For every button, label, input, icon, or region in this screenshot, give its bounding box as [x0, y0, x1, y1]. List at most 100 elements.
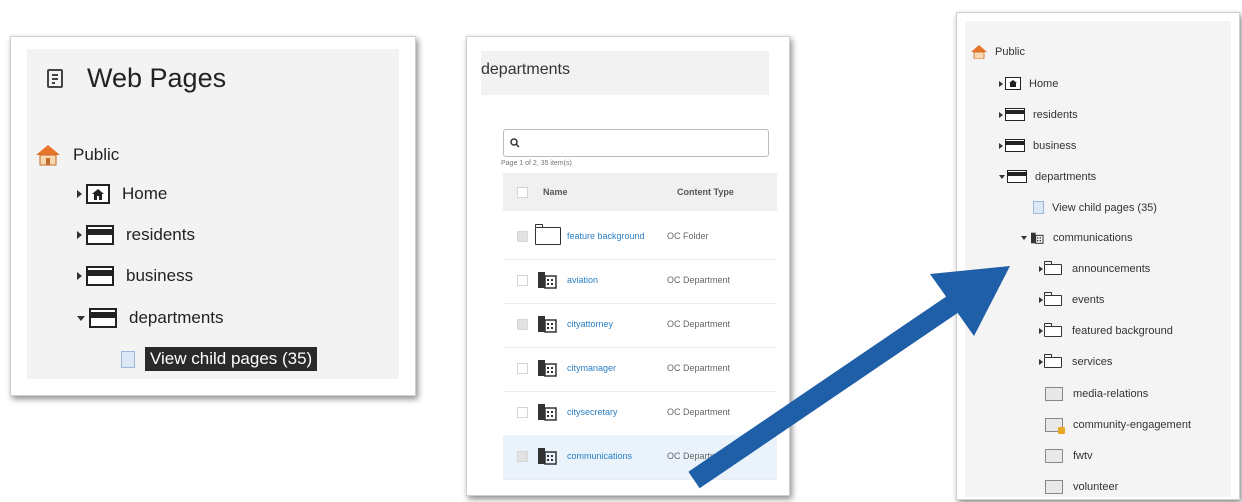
tree-item-folder[interactable]: announcements	[1039, 261, 1151, 275]
expand-caret-icon[interactable]	[1039, 297, 1043, 303]
expand-caret-icon[interactable]	[999, 80, 1003, 87]
row-name[interactable]: communications	[567, 451, 632, 461]
building-icon	[1031, 232, 1044, 244]
content-page-icon	[1045, 387, 1063, 401]
folder-icon	[1043, 261, 1062, 275]
tree-item-folder[interactable]: featured background	[1039, 323, 1173, 337]
tree-label-page: community-engagement	[1073, 419, 1192, 431]
page-title: Web Pages	[87, 63, 227, 93]
tree-label-public: Public	[73, 145, 120, 164]
row-content-type: OC Folder	[667, 231, 709, 241]
departments-list-panel: departments Page 1 of 2, 35 item(s) Name…	[466, 36, 790, 496]
page-icon	[86, 225, 114, 245]
folder-icon	[1043, 354, 1062, 368]
row-checkbox[interactable]	[517, 319, 528, 330]
web-pages-panel: Web Pages Public Home residents business…	[10, 36, 416, 396]
expand-caret-icon[interactable]	[77, 272, 82, 280]
tree-item-communications[interactable]: communications	[1021, 232, 1132, 244]
row-name[interactable]: cityattorney	[567, 319, 613, 329]
table-row[interactable]: cityattorney OC Department	[503, 303, 777, 348]
row-name[interactable]: feature background	[567, 231, 645, 241]
row-checkbox[interactable]	[517, 275, 528, 286]
tree-label-communications: communications	[1053, 232, 1133, 244]
table-row[interactable]: feature background OC Folder	[503, 215, 777, 260]
tree-item-residents[interactable]: residents	[999, 108, 1078, 121]
collapse-caret-icon[interactable]	[77, 315, 85, 321]
row-checkbox[interactable]	[517, 231, 528, 242]
tree-label-business: business	[126, 266, 194, 285]
expand-caret-icon[interactable]	[999, 111, 1003, 118]
web-pages-icon	[47, 69, 63, 88]
expand-caret-icon[interactable]	[1039, 328, 1043, 334]
tree-item-page[interactable]: media-relations	[1045, 387, 1148, 401]
tree-item-departments[interactable]: departments	[77, 308, 224, 328]
table-row-selected[interactable]: communications OC Department	[503, 435, 777, 480]
tree-label-residents: residents	[1033, 108, 1078, 121]
tree-item-page[interactable]: volunteer	[1045, 480, 1118, 494]
row-content-type: OC Department	[667, 275, 731, 285]
table-header: Name Content Type	[503, 173, 777, 211]
folder-icon	[534, 224, 561, 245]
tree-label-page: media-relations	[1073, 388, 1149, 400]
folder-icon	[1043, 323, 1062, 337]
tree-item-public[interactable]: Public	[971, 45, 1025, 59]
page-icon	[86, 266, 114, 286]
tree-item-business[interactable]: business	[999, 139, 1076, 152]
tree-item-business[interactable]: business	[77, 266, 193, 286]
tree-label-view-child-pages: View child pages (35)	[145, 347, 318, 371]
table-row[interactable]: citysecretary OC Department	[503, 391, 777, 436]
tree-label-public: Public	[995, 46, 1025, 58]
select-all-checkbox[interactable]	[517, 187, 528, 198]
row-checkbox[interactable]	[517, 363, 528, 374]
tree-item-folder[interactable]: events	[1039, 292, 1105, 306]
row-checkbox[interactable]	[517, 407, 528, 418]
expand-caret-icon[interactable]	[1039, 359, 1043, 365]
tree-label-page: fwtv	[1073, 450, 1093, 462]
row-name[interactable]: aviation	[567, 275, 598, 285]
tree-item-departments[interactable]: departments	[999, 170, 1096, 183]
home-page-icon	[1005, 77, 1021, 90]
home-page-icon	[86, 184, 110, 204]
page-icon	[1005, 139, 1025, 152]
child-pages-icon	[121, 350, 135, 368]
search-input[interactable]	[503, 129, 769, 157]
row-content-type: OC Department	[667, 451, 731, 461]
tree-item-page[interactable]: community-engagement	[1045, 418, 1192, 434]
expand-caret-icon[interactable]	[77, 231, 82, 239]
tree-label-folder: announcements	[1072, 263, 1151, 275]
expand-caret-icon[interactable]	[1039, 266, 1043, 272]
column-header-content-type[interactable]: Content Type	[677, 187, 734, 197]
tree-label-business: business	[1033, 139, 1077, 152]
tree-item-view-child-pages[interactable]: View child pages (35)	[121, 347, 318, 371]
folder-icon	[1043, 292, 1062, 306]
content-page-draft-icon	[1045, 418, 1065, 434]
building-icon	[538, 404, 557, 421]
tree-label-home: Home	[122, 184, 168, 203]
tree-item-public[interactable]: Public	[35, 144, 119, 166]
pagination-info: Page 1 of 2, 35 item(s)	[501, 160, 572, 167]
column-header-name[interactable]: Name	[543, 187, 568, 197]
tree-item-folder[interactable]: services	[1039, 354, 1112, 368]
row-checkbox[interactable]	[517, 451, 528, 462]
page-icon	[1007, 170, 1027, 183]
collapse-caret-icon[interactable]	[1021, 236, 1027, 240]
row-name[interactable]: citymanager	[567, 363, 616, 373]
tree-item-home[interactable]: Home	[999, 77, 1058, 90]
home-icon	[36, 145, 60, 166]
table-row[interactable]: aviation OC Department	[503, 259, 777, 304]
collapse-caret-icon[interactable]	[999, 174, 1005, 179]
row-content-type: OC Department	[667, 319, 731, 329]
tree-item-view-child-pages[interactable]: View child pages (35)	[1033, 201, 1157, 214]
expand-caret-icon[interactable]	[999, 142, 1003, 149]
page-icon	[1005, 108, 1025, 121]
row-name[interactable]: citysecretary	[567, 407, 618, 417]
tree-item-residents[interactable]: residents	[77, 225, 195, 245]
tree-label-folder: events	[1072, 294, 1105, 306]
expanded-tree: Public Home residents business departmen…	[965, 21, 1231, 497]
tree-label-residents: residents	[126, 225, 195, 244]
table-row[interactable]: citymanager OC Department	[503, 347, 777, 392]
tree-item-home[interactable]: Home	[77, 184, 167, 204]
tree-label-home: Home	[1029, 77, 1059, 90]
tree-item-page[interactable]: fwtv	[1045, 449, 1093, 463]
expand-caret-icon[interactable]	[77, 190, 82, 198]
